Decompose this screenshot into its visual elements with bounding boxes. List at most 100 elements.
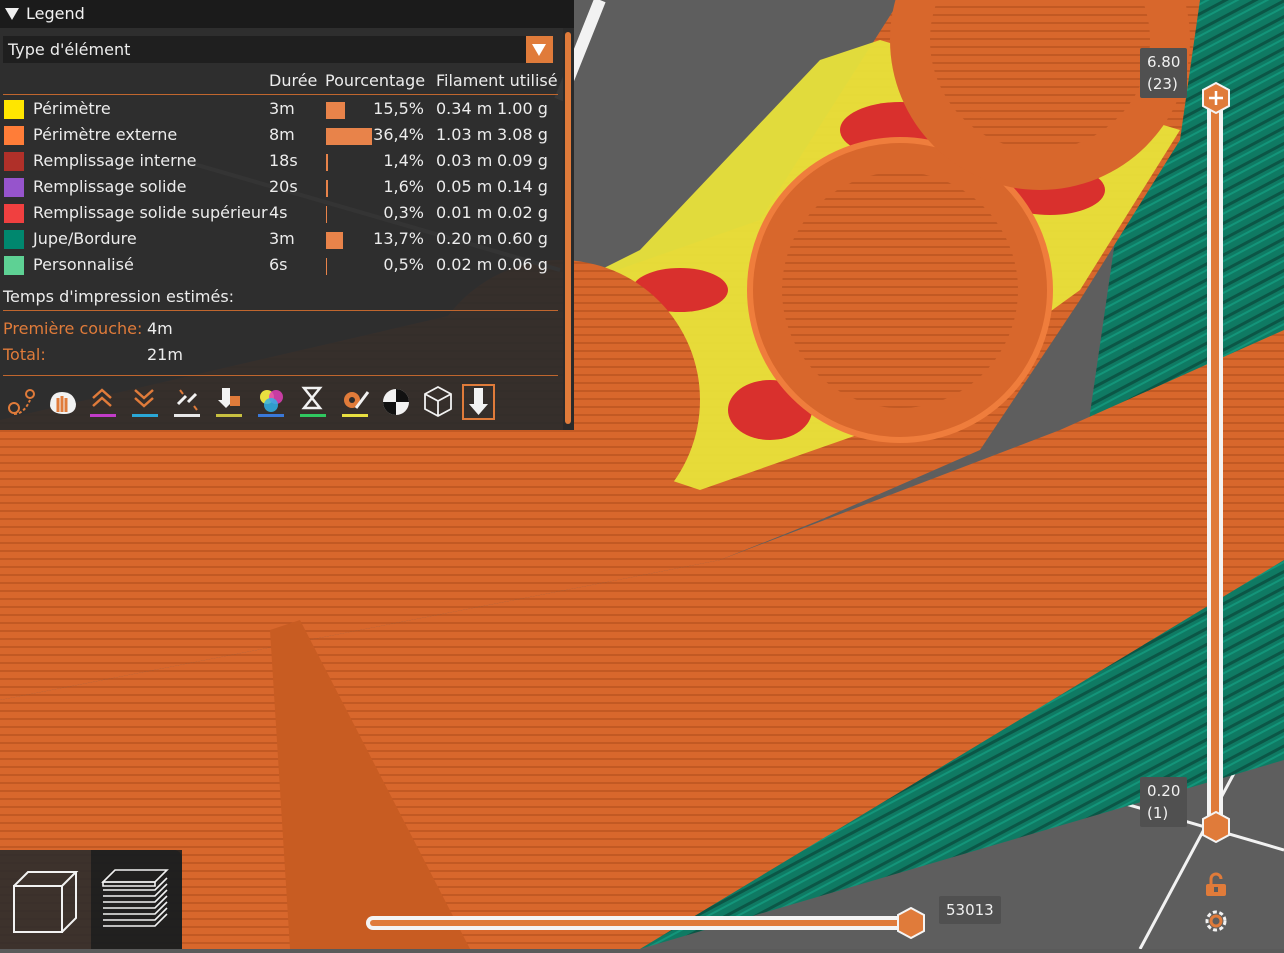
feature-percent: 1,4% xyxy=(383,151,424,170)
lower-layer-number: (1) xyxy=(1147,804,1169,822)
feature-percent: 0,3% xyxy=(383,203,424,222)
feature-name: Remplissage solide xyxy=(33,177,187,196)
feature-length: 0.05 m xyxy=(436,177,493,196)
shells-icon[interactable] xyxy=(424,384,458,420)
feature-length: 1.03 m xyxy=(436,125,493,144)
feature-percent: 36,4% xyxy=(373,125,424,144)
settings-gear-icon[interactable] xyxy=(1203,908,1229,934)
legend-scrollbar[interactable] xyxy=(563,28,574,430)
view-type-value: Type d'élément xyxy=(8,40,131,59)
preview-button[interactable] xyxy=(91,850,182,949)
lower-layer-height: 0.20 xyxy=(1147,782,1181,800)
legend-title: Legend xyxy=(26,4,85,23)
estimated-times-title: Temps d'impression estimés: xyxy=(3,287,235,306)
percent-bar xyxy=(326,206,327,223)
pause-icon[interactable] xyxy=(298,384,332,420)
feature-percent: 1,6% xyxy=(383,177,424,196)
feature-duration: 8m xyxy=(269,125,295,144)
first-layer-label: Première couche: xyxy=(3,319,143,338)
upper-layer-tag: 6.80 (23) xyxy=(1140,48,1188,98)
feature-weight: 0.02 g xyxy=(497,203,548,222)
deretractions-icon[interactable] xyxy=(130,384,164,420)
move-slider-fill xyxy=(370,920,910,926)
cube-icon xyxy=(13,871,79,933)
legend-toolbar xyxy=(0,384,560,424)
feature-name: Personnalisé xyxy=(33,255,134,274)
legend-row[interactable]: Remplissage interne 18s 1,4% 0.03 m 0.09… xyxy=(0,149,560,175)
feature-weight: 0.09 g xyxy=(497,151,548,170)
header-divider xyxy=(3,94,558,95)
layer-lower-thumb[interactable] xyxy=(1201,811,1231,843)
color-swatch xyxy=(4,230,24,249)
travel-icon[interactable] xyxy=(4,384,38,420)
legend-header[interactable]: Legend xyxy=(0,0,574,28)
color-changes-icon[interactable] xyxy=(256,384,290,420)
feature-name: Périmètre externe xyxy=(33,125,178,144)
feature-name: Remplissage interne xyxy=(33,151,197,170)
feature-weight: 0.14 g xyxy=(497,177,548,196)
color-swatch xyxy=(4,126,24,145)
first-layer-value: 4m xyxy=(147,319,173,338)
column-percent: Pourcentage xyxy=(325,71,426,90)
retractions-icon[interactable] xyxy=(88,384,122,420)
tool-marker-icon[interactable] xyxy=(462,384,496,420)
legend-row[interactable]: Remplissage solide supérieur 4s 0,3% 0.0… xyxy=(0,201,560,227)
color-swatch xyxy=(4,152,24,171)
move-slider-thumb[interactable] xyxy=(896,907,926,939)
upper-layer-number: (23) xyxy=(1147,75,1178,93)
feature-percent: 15,5% xyxy=(373,99,424,118)
feature-weight: 0.60 g xyxy=(497,229,548,248)
feature-duration: 6s xyxy=(269,255,288,274)
color-swatch xyxy=(4,178,24,197)
estimates-divider xyxy=(3,310,558,311)
view-type-select[interactable]: Type d'élément xyxy=(3,36,553,63)
layer-slider-fill xyxy=(1211,104,1219,820)
feature-duration: 4s xyxy=(269,203,288,222)
toolbar-divider xyxy=(3,375,558,376)
lock-icon[interactable] xyxy=(1203,872,1229,898)
column-duration: Durée xyxy=(269,71,318,90)
feature-duration: 20s xyxy=(269,177,298,196)
feature-length: 0.20 m xyxy=(436,229,493,248)
custom-gcode-icon[interactable] xyxy=(340,384,374,420)
feature-name: Remplissage solide supérieur xyxy=(33,203,268,222)
percent-bar xyxy=(326,180,328,197)
legend-row[interactable]: Personnalisé 6s 0,5% 0.02 m 0.06 g xyxy=(0,253,560,279)
legend-row[interactable]: Périmètre externe 8m 36,4% 1.03 m 3.08 g xyxy=(0,123,560,149)
lower-layer-tag: 0.20 (1) xyxy=(1140,777,1188,827)
feature-length: 0.01 m xyxy=(436,203,493,222)
color-swatch xyxy=(4,100,24,119)
feature-weight: 1.00 g xyxy=(497,99,548,118)
center-of-gravity-icon[interactable] xyxy=(382,384,416,420)
collapse-triangle-icon[interactable] xyxy=(5,8,19,20)
move-slider-tag: 53013 xyxy=(939,896,1001,924)
feature-weight: 0.06 g xyxy=(497,255,548,274)
layers-stack-icon xyxy=(101,869,169,927)
upper-layer-height: 6.80 xyxy=(1147,53,1181,71)
feature-duration: 3m xyxy=(269,99,295,118)
move-slider-value: 53013 xyxy=(946,901,994,919)
view-toggle-group xyxy=(0,850,182,949)
tool-changes-icon[interactable] xyxy=(214,384,248,420)
seams-icon[interactable] xyxy=(172,384,206,420)
legend-row[interactable]: Périmètre 3m 15,5% 0.34 m 1.00 g xyxy=(0,97,560,123)
feature-percent: 0,5% xyxy=(383,255,424,274)
total-value: 21m xyxy=(147,345,183,364)
feature-duration: 3m xyxy=(269,229,295,248)
percent-bar xyxy=(326,154,328,171)
legend-row[interactable]: Jupe/Bordure 3m 13,7% 0.20 m 0.60 g xyxy=(0,227,560,253)
legend-row[interactable]: Remplissage solide 20s 1,6% 0.05 m 0.14 … xyxy=(0,175,560,201)
wipe-icon[interactable] xyxy=(46,384,80,420)
feature-name: Jupe/Bordure xyxy=(33,229,137,248)
feature-length: 0.03 m xyxy=(436,151,493,170)
percent-bar xyxy=(326,258,327,275)
feature-length: 0.34 m xyxy=(436,99,493,118)
dropdown-arrow-icon[interactable] xyxy=(526,36,553,63)
color-swatch xyxy=(4,204,24,223)
3d-view-button[interactable] xyxy=(0,850,90,949)
column-filament: Filament utilisé xyxy=(436,71,558,90)
feature-percent: 13,7% xyxy=(373,229,424,248)
legend-panel: Legend Type d'élément Durée Pourcentage … xyxy=(0,0,574,430)
color-swatch xyxy=(4,256,24,275)
layer-upper-thumb[interactable] xyxy=(1201,82,1231,114)
